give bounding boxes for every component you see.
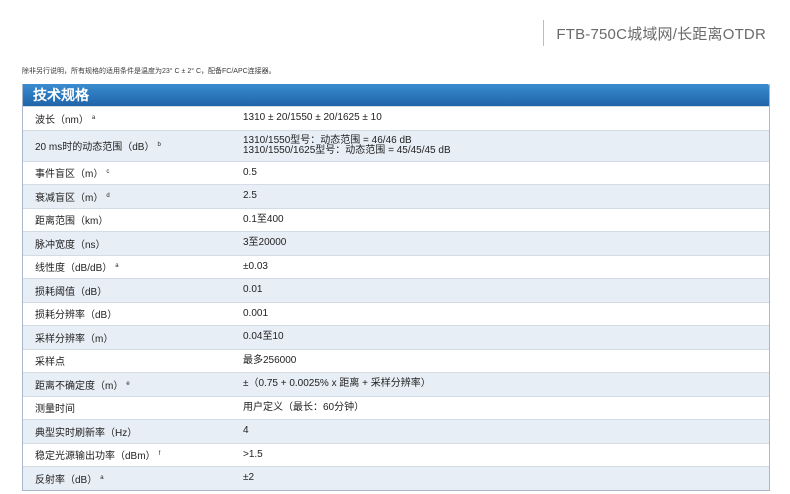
spec-row: 稳定光源输出功率（dBm） f >1.5 [23, 442, 769, 466]
spec-value: ±2 [243, 473, 769, 483]
spec-label: 衰减盲区（m） d [23, 189, 243, 204]
spec-row: 反射率（dB） a ±2 [23, 466, 769, 490]
spec-rows: 波长（nm） a 1310 ± 20/1550 ± 20/1625 ± 10 20 m… [23, 106, 769, 490]
spec-row: 波长（nm） a 1310 ± 20/1550 ± 20/1625 ± 10 [23, 106, 769, 130]
spec-value: 1310 ± 20/1550 ± 20/1625 ± 10 [243, 113, 769, 123]
footnote-marker: f [158, 451, 161, 458]
spec-label: 20 ms时的动态范围（dB） b [23, 138, 243, 153]
footnote-marker: b [157, 142, 161, 148]
spec-value-line: 0.1至400 [243, 213, 284, 225]
spec-value: 用户定义（最长：60分钟） [243, 401, 769, 413]
spec-row: 损耗阈值（dB） 0.01 [23, 278, 769, 302]
footnote-marker: a [115, 263, 119, 270]
spec-label: 采样分辨率（m） [23, 330, 243, 345]
spec-label: 线性度（dB/dB） a [23, 259, 243, 274]
spec-value: 3至20000 [243, 238, 769, 248]
table-title: 技术规格 [23, 84, 769, 106]
spec-label: 脉冲宽度（ns） [23, 236, 243, 251]
spec-label: 反射率（dB） a [23, 471, 243, 486]
spec-row: 线性度（dB/dB） a ±0.03 [23, 254, 769, 278]
spec-value: 最多256000 [243, 354, 769, 366]
spec-label: 波长（nm） a [23, 111, 243, 126]
spec-value-line: 0.04至10 [243, 331, 284, 343]
footnote-marker: e [126, 380, 130, 387]
spec-value-line: 1310 ± 20/1550 ± 20/1625 ± 10 [243, 112, 382, 124]
spec-value: 2.5 [243, 191, 769, 201]
spec-label: 损耗分辨率（dB） [23, 306, 243, 321]
spec-row: 采样分辨率（m） 0.04至10 [23, 325, 769, 349]
document-header: FTB-750C城域网/长距离OTDR [543, 18, 766, 48]
spec-value: ±0.03 [243, 260, 769, 272]
spec-label: 距离范围（km） [23, 212, 243, 227]
spec-label: 距离不确定度（m） e [23, 377, 243, 392]
spec-value: 0.04至10 [243, 332, 769, 342]
spec-label: 采样点 [23, 353, 243, 368]
spec-label: 损耗阈值（dB） [23, 283, 243, 298]
footnote-marker: a [91, 114, 96, 121]
spec-value-line: 0.5 [243, 166, 257, 178]
spec-label: 事件盲区（m） c [23, 165, 243, 180]
spec-value-line-2: 1310/1550/1625型号：动态范围 = 45/45/45 dB [243, 144, 451, 156]
spec-value: 1310/1550型号：动态范围 = 46/46 dB 1310/1550/162… [243, 134, 769, 156]
spec-label: 测量时间 [23, 400, 243, 415]
spec-value-line: ±0.03 [243, 260, 268, 272]
spec-note: 除非另行说明，所有规格的适用条件是温度为23° C ± 2° C，配备FC/AP… [22, 68, 276, 75]
header-divider [543, 20, 545, 46]
spec-row: 损耗分辨率（dB） 0.001 [23, 301, 769, 325]
spec-row: 典型实时刷新率（Hz） 4 [23, 419, 769, 443]
spec-value-line: >1.5 [243, 448, 263, 460]
spec-label: 典型实时刷新率（Hz） [23, 424, 243, 439]
spec-label-text: 采样分辨率（m） [35, 333, 114, 345]
spec-value: >1.5 [243, 448, 769, 460]
spec-value-line: ±（0.75 + 0.0025% x 距离 + 采样分辨率） [243, 378, 431, 390]
spec-value: 0.01 [243, 285, 769, 295]
footnote-marker: d [106, 192, 110, 199]
spec-row: 测量时间 用户定义（最长：60分钟） [23, 395, 769, 419]
spec-label-text: 测量时间 [35, 404, 75, 416]
spec-row: 距离范围（km） 0.1至400 [23, 207, 769, 231]
spec-row: 衰减盲区（m） d 2.5 [23, 184, 769, 208]
spec-value-line: 用户定义（最长：60分钟） [243, 401, 365, 413]
spec-value-line: 最多256000 [243, 354, 297, 366]
spec-value: 0.001 [243, 307, 769, 319]
spec-row: 距离不确定度（m） e ±（0.75 + 0.0025% x 距离 + 采样分辨率） [23, 372, 769, 396]
spec-label-text: 典型实时刷新率（Hz） [35, 427, 138, 439]
spec-value-line: 0.001 [243, 307, 269, 319]
spec-row: 事件盲区（m） c 0.5 [23, 160, 769, 184]
spec-label-text: 损耗分辨率（dB） [35, 310, 118, 322]
spec-value: 0.5 [243, 166, 769, 178]
spec-value-line: ±2 [243, 472, 255, 484]
spec-label-text: 事件盲区（m） [35, 169, 104, 181]
spec-label-text: 波长（nm） [35, 114, 89, 126]
spec-label-text: 衰减盲区（m） [35, 192, 104, 204]
spec-label: 稳定光源输出功率（dBm） f [23, 447, 243, 462]
spec-row: 采样点 最多256000 [23, 348, 769, 372]
spec-label-text: 损耗阈值（dB） [35, 286, 108, 298]
spec-label-text: 采样点 [35, 357, 65, 369]
spec-label-text: 距离不确定度（m） [35, 380, 124, 392]
spec-row: 脉冲宽度（ns） 3至20000 [23, 231, 769, 255]
spec-label-text: 反射率（dB） [35, 474, 98, 486]
spec-label-text: 脉冲宽度（ns） [35, 239, 106, 251]
document-title: FTB-750C城域网/长距离OTDR [556, 25, 766, 43]
footnote-marker: a [100, 474, 104, 481]
spec-value-line: 3至20000 [243, 237, 287, 249]
spec-value: 4 [243, 426, 769, 436]
spec-value-line: 0.01 [243, 284, 263, 296]
footnote-marker: c [106, 169, 110, 176]
spec-table: 技术规格 波长（nm） a 1310 ± 20/1550 ± 20/1625 ± 1… [22, 84, 770, 491]
spec-label-text: 距离范围（km） [35, 216, 109, 228]
spec-label-text: 稳定光源输出功率（dBm） [35, 451, 156, 463]
spec-label-text: 线性度（dB/dB） [35, 263, 113, 275]
spec-value: ±（0.75 + 0.0025% x 距离 + 采样分辨率） [243, 379, 769, 389]
spec-value-line: 1310/1550型号：动态范围 = 46/46 dB [243, 134, 412, 146]
spec-label-text: 20 ms时的动态范围（dB） [35, 142, 155, 153]
spec-value-line: 2.5 [243, 190, 257, 202]
spec-row: 20 ms时的动态范围（dB） b 1310/1550型号：动态范围 = 46/46… [23, 129, 769, 161]
spec-value: 0.1至400 [243, 213, 769, 225]
spec-value-line: 4 [243, 425, 249, 437]
